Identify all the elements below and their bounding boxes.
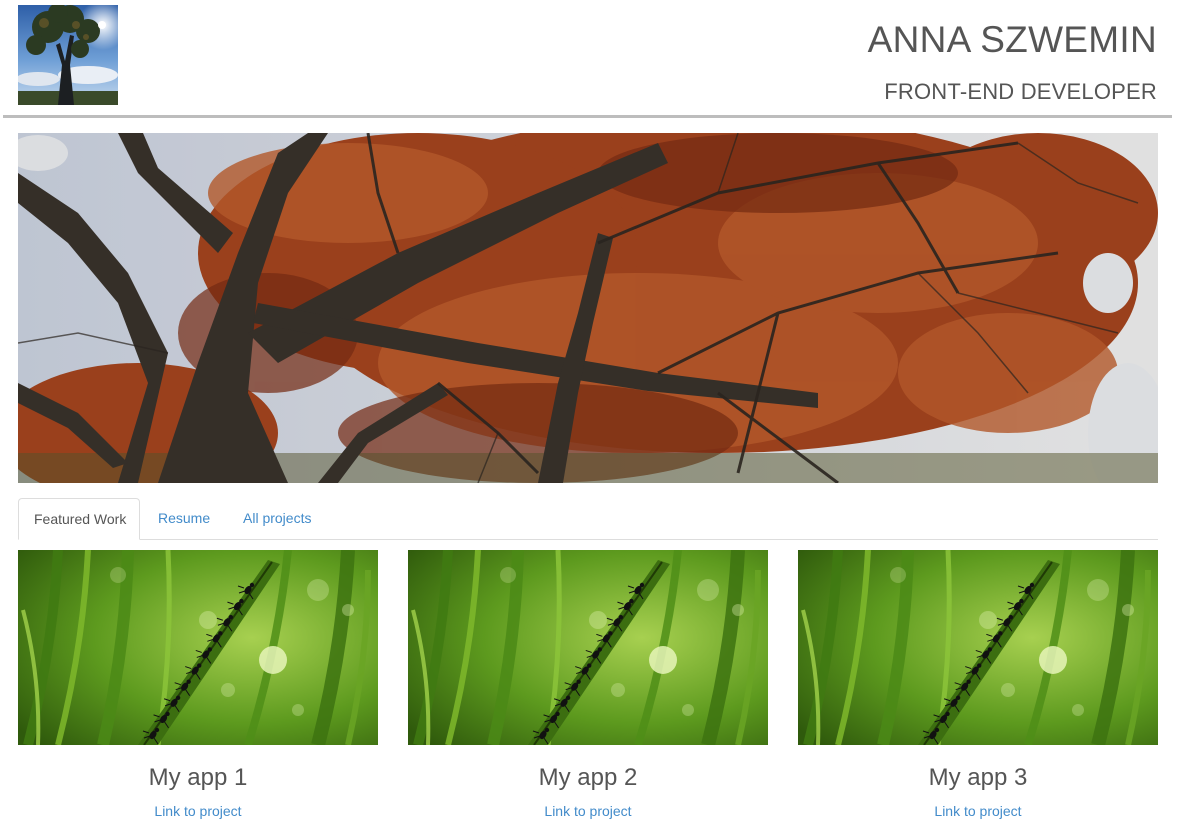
project-card: My app 2 Link to project — [408, 550, 768, 835]
project-link[interactable]: Link to project — [408, 801, 768, 821]
header-divider — [3, 115, 1172, 118]
project-title: My app 2 — [538, 764, 638, 791]
project-thumbnail[interactable] — [798, 550, 1158, 745]
project-card: My app 3 Link to project — [798, 550, 1158, 835]
tab-resume[interactable]: Resume — [143, 498, 225, 540]
project-link[interactable]: Link to project — [798, 801, 1158, 821]
hero-image — [18, 133, 1158, 483]
portfolio-page: ANNA SZWEMIN FRONT-END DEVELOPER Feature… — [0, 0, 1177, 838]
site-owner-name: ANNA SZWEMIN — [867, 19, 1157, 60]
project-card: My app 1 Link to project — [18, 550, 378, 835]
tab-featured-work[interactable]: Featured Work — [18, 498, 140, 540]
portfolio-tabs: Featured Work Resume All projects — [18, 498, 1158, 540]
site-header: ANNA SZWEMIN FRONT-END DEVELOPER — [0, 0, 1177, 118]
avatar — [18, 5, 118, 105]
project-thumbnail[interactable] — [408, 550, 768, 745]
tab-all-projects[interactable]: All projects — [228, 498, 326, 540]
project-title: My app 1 — [148, 764, 248, 791]
site-owner-role: FRONT-END DEVELOPER — [884, 79, 1157, 104]
project-link[interactable]: Link to project — [18, 801, 378, 821]
project-title: My app 3 — [928, 764, 1028, 791]
project-thumbnail[interactable] — [18, 550, 378, 745]
